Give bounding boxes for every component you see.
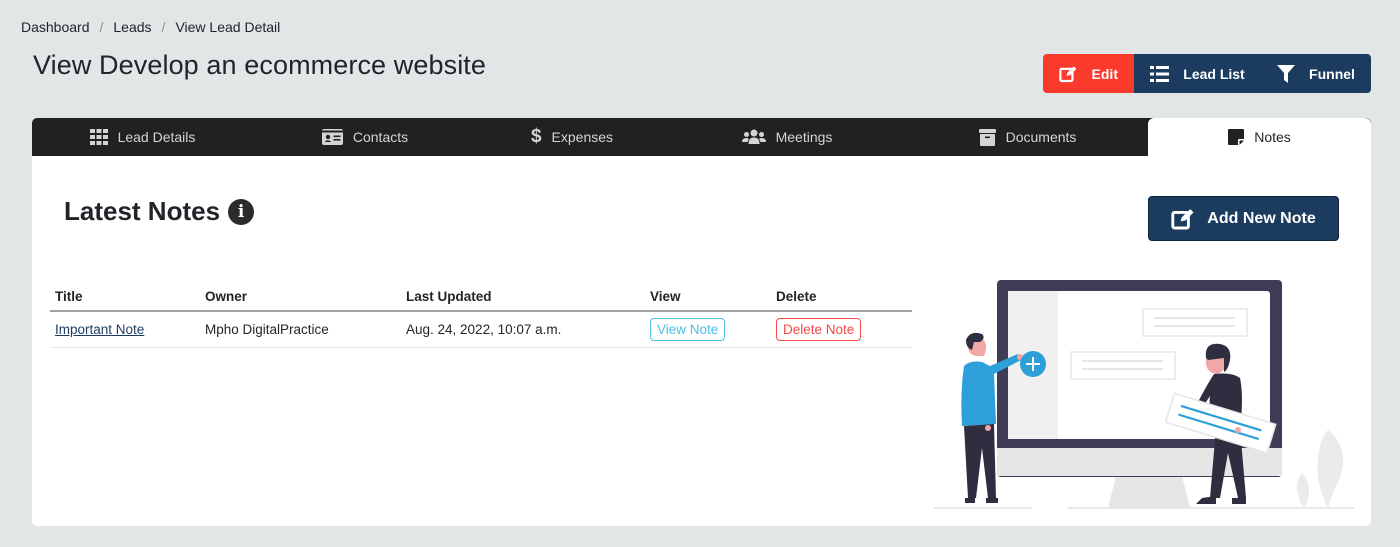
archive-icon — [978, 128, 996, 146]
funnel-button[interactable]: Funnel — [1261, 54, 1371, 93]
column-header-title: Title — [50, 283, 200, 312]
tab-bar: Lead Details Contacts $ Expenses Meeting… — [32, 118, 1371, 156]
tab-documents[interactable]: Documents — [907, 118, 1148, 156]
funnel-label: Funnel — [1309, 65, 1355, 82]
users-icon — [741, 129, 766, 144]
lead-detail-card: Lead Details Contacts $ Expenses Meeting… — [32, 118, 1371, 526]
section-title-text: Latest Notes — [64, 196, 221, 226]
column-header-last-updated: Last Updated — [401, 283, 645, 312]
add-new-note-label: Add New Note — [1207, 209, 1316, 227]
edit-icon — [1171, 208, 1194, 229]
delete-cell: Delete Note — [771, 311, 912, 348]
page-title: View Develop an ecommerce website — [33, 50, 487, 80]
edit-button[interactable]: Edit — [1043, 54, 1134, 93]
lead-actions: Edit Lead List Funnel — [1043, 54, 1371, 93]
tab-label: Lead Details — [117, 129, 196, 145]
lead-list-label: Lead List — [1183, 65, 1245, 82]
list-icon — [1150, 65, 1170, 82]
tab-label: Contacts — [352, 129, 409, 145]
screen-card — [1142, 308, 1248, 337]
view-cell: View Note — [645, 311, 771, 348]
edit-icon — [1059, 65, 1077, 82]
note-last-updated: Aug. 24, 2022, 10:07 a.m. — [401, 311, 645, 348]
dollar-icon: $ — [530, 126, 542, 147]
lead-list-button[interactable]: Lead List — [1134, 54, 1261, 93]
breadcrumb: Dashboard / Leads / View Lead Detail — [21, 19, 280, 35]
tab-label: Meetings — [775, 129, 833, 145]
grid-icon — [89, 129, 108, 145]
column-header-delete: Delete — [771, 283, 912, 312]
column-header-view: View — [645, 283, 771, 312]
breadcrumb-dashboard[interactable]: Dashboard — [21, 19, 90, 35]
notes-illustration — [934, 280, 1354, 509]
note-owner: Mpho DigitalPractice — [200, 311, 401, 348]
tab-expenses[interactable]: $ Expenses — [477, 118, 667, 156]
section-title: Latest Notes i — [64, 196, 255, 227]
delete-note-button[interactable]: Delete Note — [776, 317, 862, 341]
breadcrumb-separator: / — [99, 19, 104, 35]
note-title-link[interactable]: Important Note — [55, 322, 144, 337]
breadcrumb-current: View Lead Detail — [175, 19, 281, 35]
funnel-icon — [1277, 64, 1296, 83]
tab-lead-details[interactable]: Lead Details — [32, 118, 253, 156]
table-row: Important Note Mpho DigitalPractice Aug.… — [50, 311, 912, 348]
sticky-note-icon — [1228, 129, 1245, 145]
tab-label: Expenses — [551, 129, 614, 145]
breadcrumb-leads[interactable]: Leads — [113, 19, 151, 35]
note-title-cell: Important Note — [50, 311, 200, 348]
add-new-note-button[interactable]: Add New Note — [1148, 196, 1339, 241]
view-note-button[interactable]: View Note — [650, 317, 726, 341]
notes-table: Title Owner Last Updated View Delete Imp… — [50, 283, 912, 348]
table-header-row: Title Owner Last Updated View Delete — [50, 283, 912, 312]
info-icon[interactable]: i — [228, 198, 255, 225]
tab-label: Notes — [1254, 129, 1291, 145]
breadcrumb-separator: / — [161, 19, 166, 35]
tab-label: Documents — [1005, 129, 1077, 145]
id-card-icon — [321, 129, 343, 145]
plant — [1317, 430, 1344, 508]
column-header-owner: Owner — [200, 283, 401, 312]
tab-contacts[interactable]: Contacts — [253, 118, 477, 156]
tab-notes[interactable]: Notes — [1148, 118, 1371, 156]
screen-card — [1070, 351, 1176, 380]
tab-meetings[interactable]: Meetings — [667, 118, 907, 156]
edit-label: Edit — [1091, 65, 1118, 82]
